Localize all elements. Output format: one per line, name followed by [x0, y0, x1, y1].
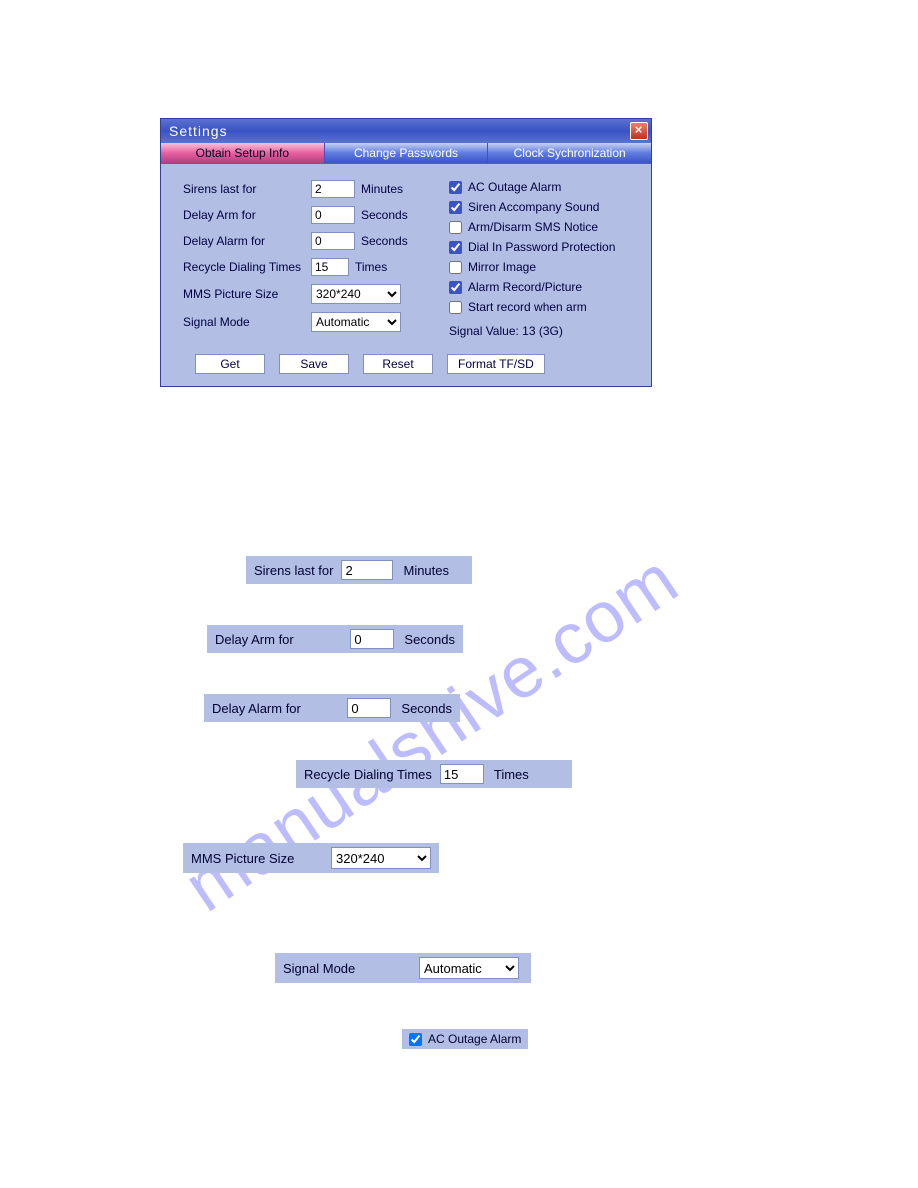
unit-delay-alarm: Seconds — [361, 234, 408, 248]
snippet-delay-arm-input[interactable] — [350, 629, 394, 649]
checklabel-sms-notice: Arm/Disarm SMS Notice — [468, 220, 598, 234]
check-mirror[interactable]: Mirror Image — [449, 260, 637, 274]
input-delay-arm[interactable] — [311, 206, 355, 224]
snippet-mms: MMS Picture Size 320*240 — [183, 843, 439, 873]
checklabel-alarm-rec: Alarm Record/Picture — [468, 280, 582, 294]
titlebar: Settings × — [161, 119, 651, 143]
tab-bar: Obtain Setup Info Change Passwords Clock… — [161, 143, 651, 164]
input-sirens[interactable] — [311, 180, 355, 198]
row-recycle: Recycle Dialing Times Times — [183, 258, 445, 276]
save-button[interactable]: Save — [279, 354, 349, 374]
unit-sirens: Minutes — [361, 182, 403, 196]
signal-value: Signal Value: 13 (3G) — [449, 324, 637, 338]
checklabel-ac-outage: AC Outage Alarm — [468, 180, 561, 194]
snippet-mms-select[interactable]: 320*240 — [331, 847, 431, 869]
snippet-delay-alarm-label: Delay Alarm for — [212, 701, 339, 716]
button-bar: Get Save Reset Format TF/SD — [183, 354, 637, 374]
reset-button[interactable]: Reset — [363, 354, 433, 374]
check-start-rec[interactable]: Start record when arm — [449, 300, 637, 314]
snippet-delay-arm-unit: Seconds — [404, 632, 455, 647]
snippet-ac-outage[interactable]: AC Outage Alarm — [402, 1029, 528, 1049]
unit-delay-arm: Seconds — [361, 208, 408, 222]
row-mms: MMS Picture Size 320*240 — [183, 284, 445, 304]
settings-window: Settings × Obtain Setup Info Change Pass… — [160, 118, 652, 387]
window-title: Settings — [169, 123, 228, 139]
row-delay-arm: Delay Arm for Seconds — [183, 206, 445, 224]
snippet-sirens: Sirens last for Minutes — [246, 556, 472, 584]
snippet-delay-alarm-unit: Seconds — [401, 701, 452, 716]
check-sms-notice[interactable]: Arm/Disarm SMS Notice — [449, 220, 637, 234]
checkbox-sms-notice[interactable] — [449, 221, 462, 234]
snippet-recycle-label: Recycle Dialing Times — [304, 767, 432, 782]
select-signal-mode[interactable]: Automatic — [311, 312, 401, 332]
snippet-delay-alarm: Delay Alarm for Seconds — [204, 694, 460, 722]
label-delay-arm: Delay Arm for — [183, 208, 311, 222]
checklabel-siren-sound: Siren Accompany Sound — [468, 200, 599, 214]
snippet-mms-label: MMS Picture Size — [191, 851, 323, 866]
snippet-delay-arm-label: Delay Arm for — [215, 632, 342, 647]
snippet-delay-alarm-input[interactable] — [347, 698, 391, 718]
select-mms[interactable]: 320*240 — [311, 284, 401, 304]
checkbox-siren-sound[interactable] — [449, 201, 462, 214]
snippet-recycle-input[interactable] — [440, 764, 484, 784]
unit-recycle: Times — [355, 260, 387, 274]
checkbox-ac-outage[interactable] — [449, 181, 462, 194]
snippet-ac-outage-label: AC Outage Alarm — [428, 1032, 521, 1046]
checkbox-dial-pwd[interactable] — [449, 241, 462, 254]
label-sirens: Sirens last for — [183, 182, 311, 196]
checkbox-alarm-rec[interactable] — [449, 281, 462, 294]
input-recycle[interactable] — [311, 258, 349, 276]
snippet-sirens-unit: Minutes — [403, 563, 449, 578]
snippet-signal-mode-label: Signal Mode — [283, 961, 411, 976]
form-body: Sirens last for Minutes Delay Arm for Se… — [161, 164, 651, 386]
check-dial-pwd[interactable]: Dial In Password Protection — [449, 240, 637, 254]
snippet-ac-outage-checkbox[interactable] — [409, 1033, 422, 1046]
snippet-signal-mode-select[interactable]: Automatic — [419, 957, 519, 979]
tab-change-passwords[interactable]: Change Passwords — [325, 143, 489, 163]
label-mms: MMS Picture Size — [183, 287, 311, 301]
format-button[interactable]: Format TF/SD — [447, 354, 545, 374]
snippet-sirens-label: Sirens last for — [254, 563, 333, 578]
check-siren-sound[interactable]: Siren Accompany Sound — [449, 200, 637, 214]
check-alarm-rec[interactable]: Alarm Record/Picture — [449, 280, 637, 294]
checkbox-mirror[interactable] — [449, 261, 462, 274]
label-delay-alarm: Delay Alarm for — [183, 234, 311, 248]
close-button[interactable]: × — [630, 122, 648, 140]
row-delay-alarm: Delay Alarm for Seconds — [183, 232, 445, 250]
row-sirens: Sirens last for Minutes — [183, 180, 445, 198]
checklabel-dial-pwd: Dial In Password Protection — [468, 240, 615, 254]
get-button[interactable]: Get — [195, 354, 265, 374]
checklabel-start-rec: Start record when arm — [468, 300, 587, 314]
checkbox-start-rec[interactable] — [449, 301, 462, 314]
tab-clock-sync[interactable]: Clock Sychronization — [488, 143, 651, 163]
snippet-sirens-input[interactable] — [341, 560, 393, 580]
snippet-delay-arm: Delay Arm for Seconds — [207, 625, 463, 653]
input-delay-alarm[interactable] — [311, 232, 355, 250]
check-ac-outage[interactable]: AC Outage Alarm — [449, 180, 637, 194]
row-signal-mode: Signal Mode Automatic — [183, 312, 445, 332]
checklabel-mirror: Mirror Image — [468, 260, 536, 274]
snippet-signal-mode: Signal Mode Automatic — [275, 953, 531, 983]
label-signal-mode: Signal Mode — [183, 315, 311, 329]
snippet-recycle-unit: Times — [494, 767, 529, 782]
tab-obtain-setup[interactable]: Obtain Setup Info — [161, 143, 325, 163]
label-recycle: Recycle Dialing Times — [183, 260, 311, 274]
snippet-recycle: Recycle Dialing Times Times — [296, 760, 572, 788]
